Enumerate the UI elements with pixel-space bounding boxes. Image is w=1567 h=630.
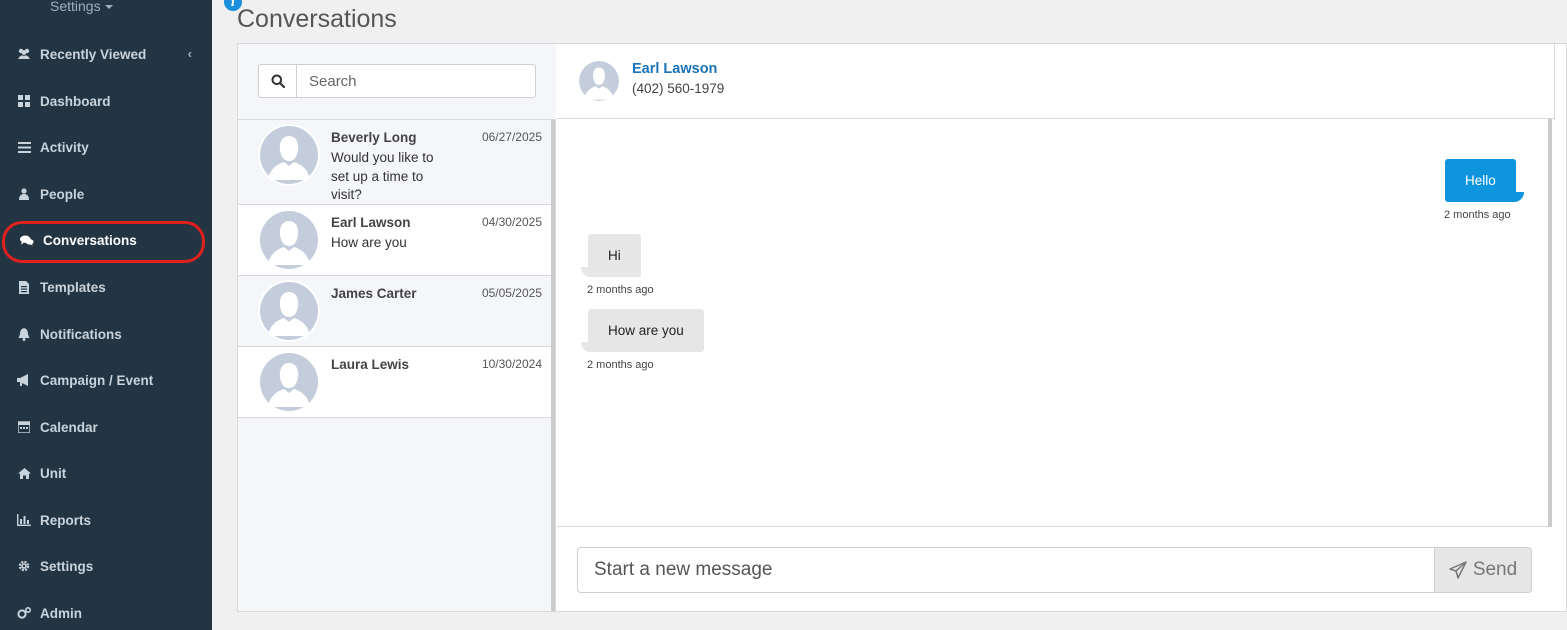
sidebar-item-label: Recently Viewed — [40, 46, 147, 62]
message-composer: Send — [577, 547, 1533, 593]
message-bubble-incoming: Hi — [588, 234, 641, 277]
sidebar-item-dashboard[interactable]: Dashboard — [0, 81, 212, 121]
message-timestamp: 2 months ago — [587, 284, 654, 296]
conversation-name: Earl Lawson — [331, 215, 411, 230]
conversation-name: James Carter — [331, 286, 417, 301]
thread-scrollbar[interactable] — [1548, 119, 1552, 527]
gear-icon — [17, 559, 31, 573]
message-text: How are you — [608, 323, 684, 338]
conversation-date: 04/30/2025 — [481, 215, 542, 229]
sidebar-item-calendar[interactable]: Calendar — [0, 407, 212, 447]
settings-dropdown[interactable]: Settings — [50, 0, 113, 14]
search-input[interactable] — [296, 64, 536, 98]
search-icon — [271, 74, 285, 88]
conversations-panel: Beverly Long Would you like to set up a … — [237, 43, 1567, 612]
conversation-list: Beverly Long Would you like to set up a … — [238, 44, 556, 611]
message-bubble-outgoing: Hello — [1445, 159, 1516, 202]
message-text: Hi — [608, 248, 621, 263]
conversation-item[interactable]: Beverly Long Would you like to set up a … — [238, 120, 551, 205]
sidebar-item-label: Campaign / Event — [40, 372, 154, 388]
send-button[interactable]: Send — [1434, 547, 1532, 593]
conversation-name: Laura Lewis — [331, 357, 410, 372]
contact-avatar — [579, 61, 619, 101]
conversation-date: 10/30/2024 — [481, 357, 542, 371]
bubble-tail — [581, 342, 591, 352]
sidebar-item-templates[interactable]: Templates — [0, 267, 212, 307]
search-button[interactable] — [258, 64, 297, 98]
contact-phone: (402) 560-1979 — [632, 81, 725, 96]
chat-icon — [20, 233, 34, 247]
message-text: Hello — [1465, 173, 1496, 188]
person-icon — [17, 187, 31, 201]
bell-icon — [17, 327, 31, 341]
sidebar-item-reports[interactable]: Reports — [0, 500, 212, 540]
sidebar-item-activity[interactable]: Activity — [0, 127, 212, 167]
message-timestamp: 2 months ago — [587, 359, 654, 371]
sidebar-item-label: Settings — [40, 558, 94, 574]
users-icon — [17, 47, 31, 61]
conversation-item[interactable]: Laura Lewis 10/30/2024 — [238, 347, 551, 418]
file-icon — [17, 280, 31, 294]
message-input[interactable] — [577, 547, 1435, 593]
list-scrollbar[interactable] — [551, 120, 555, 611]
sidebar-item-label: Templates — [40, 279, 106, 295]
sidebar-item-label: Reports — [40, 512, 92, 528]
sidebar-item-conversations[interactable]: Conversations — [0, 220, 212, 263]
grid-icon — [17, 94, 31, 108]
chat-header: Earl Lawson (402) 560-1979 — [557, 44, 1554, 119]
gears-icon — [17, 606, 31, 620]
conversation-preview: How are you — [331, 235, 407, 250]
sidebar-item-label: Admin — [40, 605, 82, 621]
sidebar-item-admin[interactable]: Admin — [0, 593, 212, 630]
calendar-icon — [17, 420, 31, 434]
avatar — [258, 209, 320, 271]
conversation-name: Beverly Long — [331, 130, 417, 145]
settings-dropdown-label: Settings — [50, 0, 101, 14]
sidebar-item-label: Unit — [40, 465, 67, 481]
avatar — [258, 280, 320, 342]
caret-down-icon — [104, 5, 113, 10]
conversation-date: 06/27/2025 — [481, 130, 542, 144]
sidebar-item-notifications[interactable]: Notifications — [0, 314, 212, 354]
sidebar-header[interactable]: Settings — [0, 0, 212, 20]
sidebar-item-label: Dashboard — [40, 93, 111, 109]
contact-name-link[interactable]: Earl Lawson — [632, 61, 717, 77]
sidebar-item-people[interactable]: People — [0, 174, 212, 214]
sidebar-item-label: Conversations — [43, 232, 137, 248]
conversation-item[interactable]: Earl Lawson How are you 04/30/2025 — [238, 205, 551, 276]
sidebar-item-label: People — [40, 186, 85, 202]
message-timestamp: 2 months ago — [1444, 209, 1511, 221]
conversation-item[interactable]: James Carter 05/05/2025 — [238, 276, 551, 347]
message-thread: Hello 2 months ago Hi 2 months ago How a… — [557, 119, 1550, 527]
search-bar — [238, 44, 556, 120]
conversation-preview: Would you like to set up a time to visit… — [331, 150, 434, 202]
sidebar-item-label: Activity — [40, 139, 89, 155]
megaphone-icon — [17, 373, 31, 387]
sidebar-item-label: Calendar — [40, 419, 98, 435]
avatar — [258, 124, 320, 186]
bubble-tail — [581, 267, 591, 277]
sidebar-item-settings[interactable]: Settings — [0, 546, 212, 586]
sidebar-item-campaign-event[interactable]: Campaign / Event — [0, 360, 212, 400]
message-bubble-incoming: How are you — [588, 309, 704, 352]
avatar — [258, 351, 320, 413]
list-icon — [17, 140, 31, 154]
sidebar-item-label: Notifications — [40, 326, 122, 342]
sidebar-item-recently-viewed[interactable]: Recently Viewed ‹ — [0, 34, 212, 74]
sidebar: Settings Recently Viewed ‹ Dashboard Act… — [0, 0, 212, 630]
home-icon — [17, 466, 31, 480]
paper-plane-icon — [1449, 561, 1467, 579]
conversation-date: 05/05/2025 — [481, 286, 542, 300]
sidebar-item-unit[interactable]: Unit — [0, 453, 212, 493]
bar-chart-icon — [17, 513, 31, 527]
page-title: Conversations — [237, 5, 397, 33]
divider — [1554, 44, 1555, 120]
bubble-tail — [1512, 192, 1524, 202]
chevron-left-icon[interactable]: ‹ — [188, 46, 192, 61]
send-label: Send — [1472, 559, 1518, 580]
